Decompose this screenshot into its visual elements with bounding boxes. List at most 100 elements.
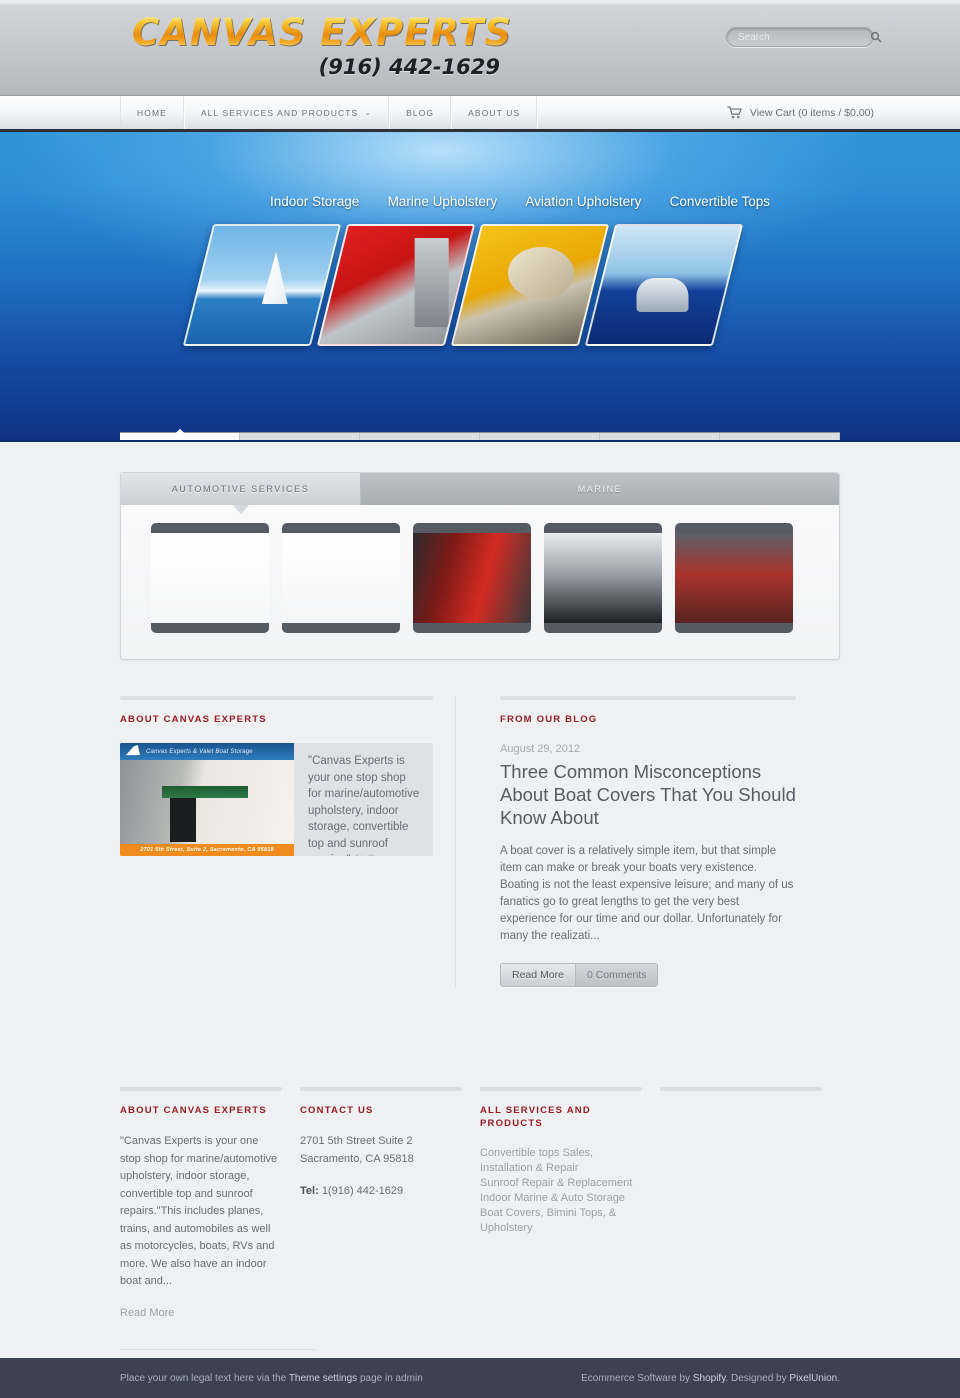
nav-item-label: BLOG [406,107,435,118]
product-image [544,533,662,623]
hero-tile-sailboat[interactable] [182,224,342,346]
nav-items: HOME ALL SERVICES AND PRODUCTS ⌄ BLOG AB… [120,96,538,129]
footer-service-link-sunroof[interactable]: Sunroof Repair & Replacement [480,1176,642,1191]
section-divider [300,1087,462,1091]
footer-contact-column: CONTACT US 2701 5th Street Suite 2 Sacra… [300,1087,462,1319]
hero-labels: Indoor Storage Marine Upholstery Aviatio… [270,194,770,209]
blog-section: FROM OUR BLOG August 29, 2012 Three Comm… [456,696,796,987]
chevron-down-icon: ⌄ [364,108,373,117]
blog-post-title[interactable]: Three Common Misconceptions About Boat C… [500,760,796,829]
section-divider [480,1087,642,1091]
footer-service-link-indoor-storage[interactable]: Indoor Marine & Auto Storage [480,1191,642,1206]
about-canvas-experts-section: ABOUT CANVAS EXPERTS Canvas Experts & Va… [120,696,456,987]
footer-fourth-column [660,1087,822,1319]
payment-divider [120,1348,316,1350]
about-section-title: ABOUT CANVAS EXPERTS [120,714,267,725]
storefront-photo: Canvas Experts & Valet Boat Storage 2701… [120,743,294,856]
building-image [120,760,294,844]
shopping-cart-icon [727,106,742,119]
footer-about-title: ABOUT CANVAS EXPERTS [120,1105,267,1116]
hero-slider-dot-2[interactable] [240,433,360,440]
nav-item-about-us[interactable]: ABOUT US [451,96,538,129]
nav-item-home[interactable]: HOME [120,96,184,129]
tab-marine[interactable]: MARINE [361,473,839,505]
photo-address-banner: 2701 5th Street, Suite 2, Sacramento, CA… [120,844,294,856]
page-root: CANVAS EXPERTS (916) 442-1629 HOME [0,0,960,1398]
footer-services-column: ALL SERVICES AND PRODUCTS Convertible to… [480,1087,642,1319]
legal-prefix: Place your own legal text here via the [120,1372,289,1384]
footer-service-link-convertible-tops[interactable]: Convertible tops Sales, Installation & R… [480,1146,642,1176]
shopify-link[interactable]: Shopify [693,1373,726,1384]
about-quote-text: "Canvas Experts is your one stop shop fo… [308,755,420,856]
hero-label-marine-upholstery: Marine Upholstery [387,194,498,209]
nav-item-label: HOME [137,107,167,118]
credit-text: Ecommerce Software by Shopify. Designed … [581,1373,840,1384]
hero-slider-dot-6[interactable] [720,433,840,440]
search-input[interactable] [727,31,870,43]
featured-products-panel: AUTOMOTIVE SERVICES MARINE [120,472,840,660]
product-card-black-sunroof[interactable] [544,523,662,633]
featured-tabs: AUTOMOTIVE SERVICES MARINE [121,473,839,514]
section-divider [660,1087,822,1091]
nav-item-label: ALL SERVICES AND PRODUCTS [200,107,359,118]
footer-address-line-1: 2701 5th Street Suite 2 [300,1135,413,1147]
product-card-red-mustang-wheel[interactable] [413,523,531,633]
product-card-white-audi-convertible[interactable] [151,523,269,633]
hero-slider-dot-1[interactable] [120,433,240,440]
view-cart-link[interactable]: View Cart (0 items / $0.00) [727,96,874,129]
footer-about-read-more-link[interactable]: Read More [120,1307,282,1319]
blog-post-actions: Read More 0 Comments [500,963,659,987]
section-divider [120,1087,282,1091]
pixelunion-link[interactable]: PixelUnion [789,1373,837,1384]
hero-slider-nav[interactable] [120,432,840,440]
footer-service-link-boat-covers[interactable]: Boat Covers, Bimini Tops, & Upholstery [480,1206,642,1236]
hero-label-indoor-storage: Indoor Storage [270,194,360,209]
hero-slider-dot-4[interactable] [480,433,600,440]
logo-text: CANVAS EXPERTS [122,14,522,51]
hero-tile-aviation[interactable] [450,224,610,346]
legal-text: Place your own legal text here via the T… [120,1373,423,1384]
product-image [282,533,400,623]
credit-suffix: . [837,1372,840,1384]
product-image [413,533,531,623]
hero-slider-dot-3[interactable] [360,433,480,440]
product-card-white-audi-tt-roadster[interactable] [282,523,400,633]
hero-tile-marine-upholstery[interactable] [316,224,476,346]
tab-label: MARINE [577,484,623,494]
about-quote: "Canvas Experts is your one stop shop fo… [294,743,433,856]
legal-suffix: page in admin [357,1372,423,1384]
footer-columns: ABOUT CANVAS EXPERTS "Canvas Experts is … [120,1087,840,1319]
hero-slider-dot-5[interactable] [600,433,720,440]
tab-label: AUTOMOTIVE SERVICES [171,484,310,494]
theme-settings-link[interactable]: Theme settings [289,1373,357,1384]
nav-item-blog[interactable]: BLOG [389,96,452,129]
footer-telephone: Tel: 1(916) 442-1629 [300,1185,462,1197]
hero-slider[interactable]: Indoor Storage Marine Upholstery Aviatio… [0,132,960,442]
site-footer: ABOUT CANVAS EXPERTS "Canvas Experts is … [120,987,840,1398]
hero-label-convertible-tops: Convertible Tops [669,194,770,209]
section-divider [500,696,796,700]
hero-tiles [182,224,744,346]
comments-button[interactable]: 0 Comments [575,964,658,986]
blog-post-date: August 29, 2012 [500,743,581,755]
search-submit-button[interactable] [870,28,882,46]
site-header: CANVAS EXPERTS (916) 442-1629 [0,0,960,96]
site-logo[interactable]: CANVAS EXPERTS (916) 442-1629 [122,14,522,79]
footer-telephone-label: Tel: [300,1185,319,1197]
tab-automotive-services[interactable]: AUTOMOTIVE SERVICES [121,473,361,514]
nav-item-all-services-and-products[interactable]: ALL SERVICES AND PRODUCTS ⌄ [183,96,390,129]
blog-post-excerpt: A boat cover is a relatively simple item… [500,845,794,942]
hero-label-aviation-upholstery: Aviation Upholstery [525,194,642,209]
photo-caption: Canvas Experts & Valet Boat Storage [120,743,294,760]
hero-tile-convertible[interactable] [584,224,744,346]
product-card-red-car-sunroof[interactable] [675,523,793,633]
nav-item-label: ABOUT US [468,107,521,118]
footer-contact-title: CONTACT US [300,1105,374,1116]
search-box[interactable] [726,27,882,47]
footer-address-line-2: Sacramento, CA 95818 [300,1152,414,1165]
read-more-button[interactable]: Read More [501,964,576,986]
blog-section-title: FROM OUR BLOG [500,714,598,725]
footer-telephone-value[interactable]: 1(916) 442-1629 [322,1185,403,1197]
content-columns: ABOUT CANVAS EXPERTS Canvas Experts & Va… [120,696,840,987]
header-phone: (916) 442-1629 [318,55,500,79]
